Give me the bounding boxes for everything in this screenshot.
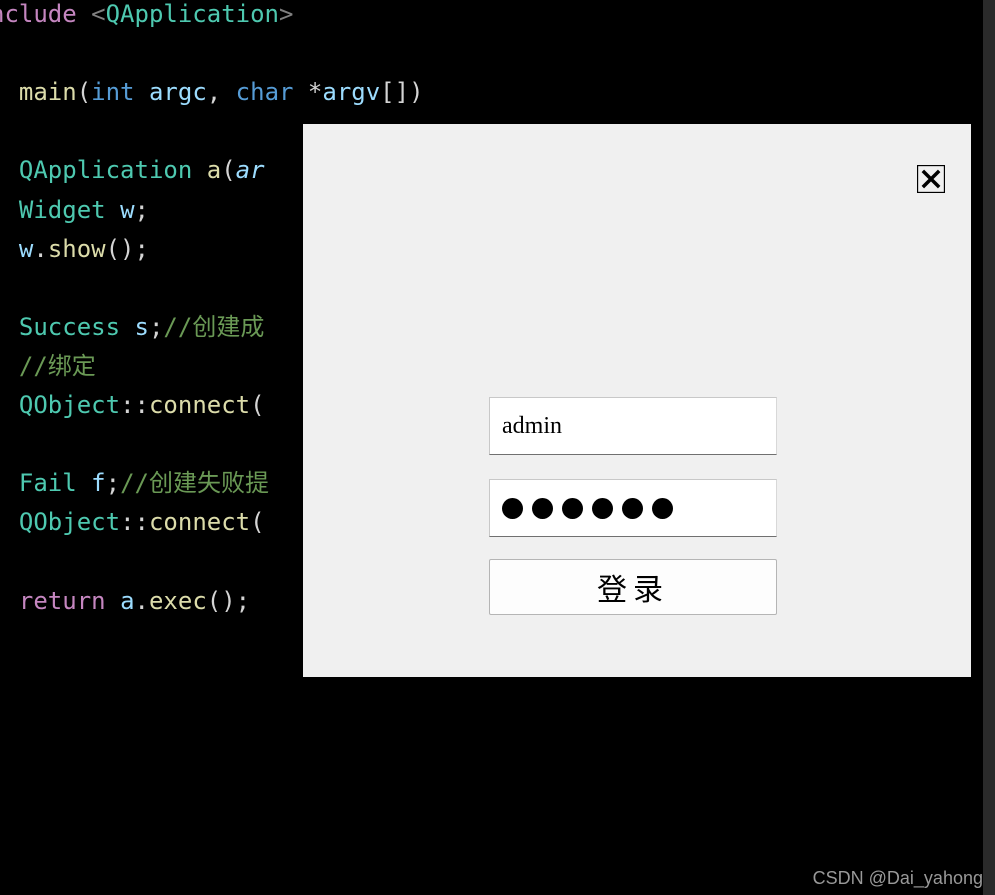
password-dot: [502, 498, 523, 519]
password-input[interactable]: [489, 479, 777, 537]
close-icon: [917, 165, 945, 193]
scrollbar-vertical[interactable]: [983, 0, 995, 895]
close-button[interactable]: [916, 164, 946, 194]
password-dot: [562, 498, 583, 519]
code-keyword: nclude: [0, 0, 77, 28]
login-form: 登录: [489, 397, 779, 615]
password-dot: [592, 498, 613, 519]
watermark-text: CSDN @Dai_yahong: [813, 868, 983, 889]
login-dialog: 登录: [303, 124, 971, 677]
password-dot: [622, 498, 643, 519]
login-button[interactable]: 登录: [489, 559, 777, 615]
code-header: QApplication: [106, 0, 279, 28]
password-dot: [532, 498, 553, 519]
password-dot: [652, 498, 673, 519]
username-input[interactable]: [489, 397, 777, 455]
code-func: main: [19, 78, 77, 106]
